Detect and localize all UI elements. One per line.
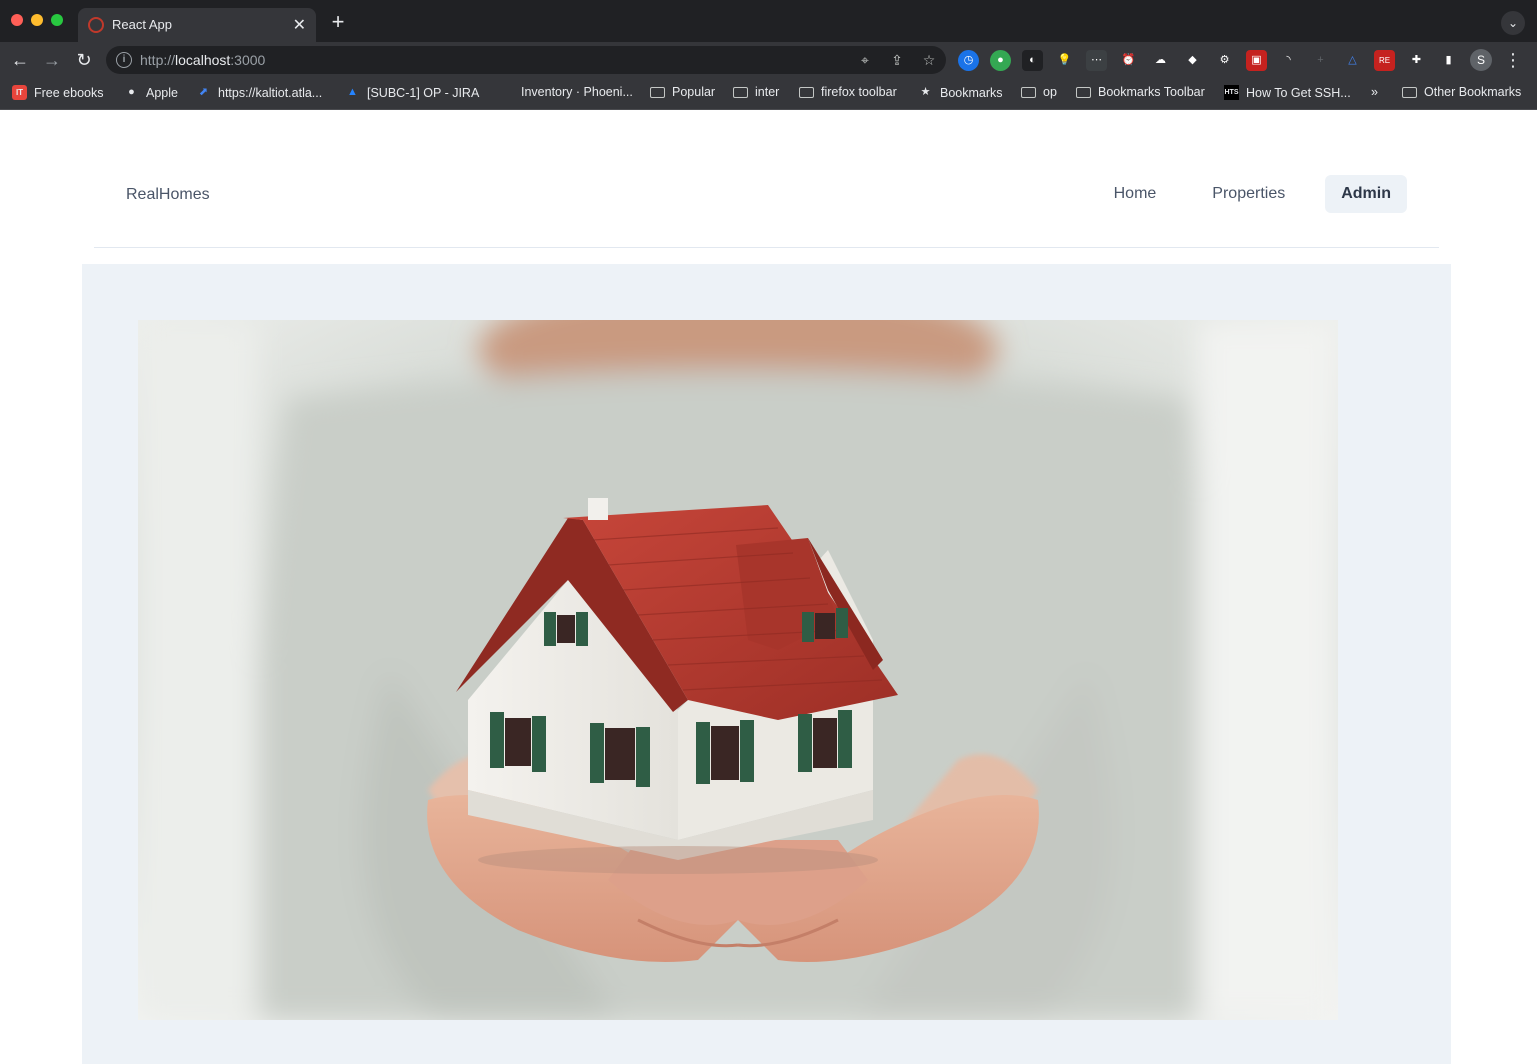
tab-search-chevron-icon[interactable]: ⌄ [1501,11,1525,35]
bookmark-label: Inventory · Phoeni... [521,85,633,99]
extensions-puzzle-icon[interactable]: ✚ [1406,50,1427,71]
bookmark-label: inter [755,85,780,99]
bookmark-label: Bookmarks Toolbar [1098,85,1205,99]
url-host: localhost [175,52,231,68]
share-icon[interactable]: ⇪ [888,51,906,69]
extension-re-icon[interactable]: RE [1374,50,1395,71]
tab-title: React App [112,17,172,32]
reload-button[interactable]: ↻ [72,48,96,72]
bookmark-label: How To Get SSH... [1246,85,1351,100]
bookmark-folder[interactable]: inter [733,85,779,99]
bookmark-label: Other Bookmarks [1424,85,1522,99]
extension-green-icon[interactable]: ● [990,50,1011,71]
brand-logo[interactable]: RealHomes [126,186,210,204]
bookmark-folder[interactable]: Popular [650,85,715,99]
bookmark-item[interactable]: ▲ [SUBC-1] OP - JIRA [345,85,479,100]
nav-admin[interactable]: Admin [1325,175,1407,213]
bookmark-label: firefox toolbar [821,85,897,99]
bookmark-folder[interactable]: Other Bookmarks [1402,85,1521,99]
extension-clock-icon[interactable]: ◷ [958,50,979,71]
extension-plus-icon[interactable]: + [1310,50,1331,71]
bookmark-label: Popular [672,85,716,99]
extension-color-icon[interactable]: ◆ [1182,50,1203,71]
extension-triangle-icon[interactable]: △ [1342,50,1363,71]
extension-red-icon[interactable]: ▣ [1246,50,1267,71]
extension-rss-icon[interactable]: ◝ [1278,50,1299,71]
house-in-hands-photo [138,320,1338,1020]
browser-tabstrip: React App ✕ + ⌄ [0,0,1537,42]
bookmark-label: https://kaltiot.atla... [218,85,323,100]
bookmark-label: Bookmarks [940,85,1003,100]
folder-icon [650,86,665,98]
react-favicon-icon [88,17,104,33]
folder-icon [1076,86,1091,98]
url-text[interactable]: http://localhost:3000 [140,52,265,68]
bookmark-item[interactable]: HTS How To Get SSH... [1224,85,1351,100]
minimize-window-button[interactable] [31,14,43,26]
bookmark-item[interactable]: IT Free ebooks [12,85,103,100]
site-info-icon[interactable]: i [116,52,132,68]
side-panel-icon[interactable]: ▮ [1438,50,1459,71]
bookmark-item[interactable]: ★ Bookmarks [918,85,1003,100]
url-port: :3000 [230,52,266,68]
folder-icon [1402,86,1417,98]
bookmark-item[interactable]: ● Apple [124,85,178,100]
nav-properties[interactable]: Properties [1196,175,1301,213]
header-divider [94,247,1439,248]
folder-icon [1021,86,1036,98]
bookmarks-bar: IT Free ebooks ● Apple ⬈ https://kaltiot.at… [0,78,1537,110]
extensions-row: ◷ ● ◐ 💡 ⋯ ⏰ ☁ ◆ ⚙ ▣ ◝ + △ RE ✚ ▮ [958,50,1459,71]
star-icon: ★ [920,86,931,98]
url-scheme: http:// [140,52,176,68]
extension-gear-icon[interactable]: ⚙ [1214,50,1235,71]
bookmark-label: [SUBC-1] OP - JIRA [367,85,480,100]
bookmark-label: Free ebooks [34,85,104,100]
extension-cloud-icon[interactable]: ☁ [1150,50,1171,71]
browser-tab[interactable]: React App ✕ [78,8,316,42]
extension-clock2-icon[interactable]: ⏰ [1118,50,1139,71]
back-button[interactable]: ← [8,48,32,72]
extension-dots-icon[interactable]: ⋯ [1086,50,1107,71]
browser-menu-icon[interactable]: ⋮ [1504,48,1522,72]
maximize-window-button[interactable] [51,14,63,26]
app-page: RealHomes Home Properties Admin [0,111,1537,1064]
location-blocked-icon[interactable]: ⌖ [856,51,874,69]
bookmark-folder[interactable]: Bookmarks Toolbar [1076,85,1205,99]
bookmark-item[interactable]: ⬈ https://kaltiot.atla... [196,85,322,100]
close-tab-icon[interactable]: ✕ [293,15,306,35]
link-icon: ⬈ [198,86,209,98]
profile-avatar[interactable]: S [1470,49,1492,71]
new-tab-button[interactable]: + [326,11,350,35]
jira-icon: ▲ [347,86,358,98]
bookmark-label: Apple [146,85,178,100]
folder-icon [799,86,814,98]
bookmarks-overflow-button[interactable]: » [1371,85,1378,99]
hts-icon: HTS [1224,85,1239,100]
close-window-button[interactable] [11,14,23,26]
extension-dark-icon[interactable]: ◐ [1022,50,1043,71]
bookmark-item[interactable]: Inventory · Phoeni... [521,85,633,99]
browser-toolbar: ← → ↻ i http://localhost:3000 ⌖ ⇪ ☆ ◷ ● … [0,42,1537,78]
bookmark-folder[interactable]: firefox toolbar [799,85,897,99]
folder-icon [733,86,748,98]
bookmark-folder[interactable]: op [1021,85,1057,99]
hero-section [82,264,1451,1064]
address-bar[interactable]: i http://localhost:3000 ⌖ ⇪ ☆ [106,46,946,74]
bookmark-label: » [1371,85,1378,99]
apple-icon: ● [128,86,135,98]
bookmark-label: op [1043,85,1057,99]
forward-button[interactable]: → [40,48,64,72]
nav-home[interactable]: Home [1098,175,1173,213]
it-icon: IT [12,85,27,100]
bookmark-star-icon[interactable]: ☆ [920,51,938,69]
extension-bulb-icon[interactable]: 💡 [1054,50,1075,71]
main-nav: Home Properties Admin [1098,175,1407,213]
